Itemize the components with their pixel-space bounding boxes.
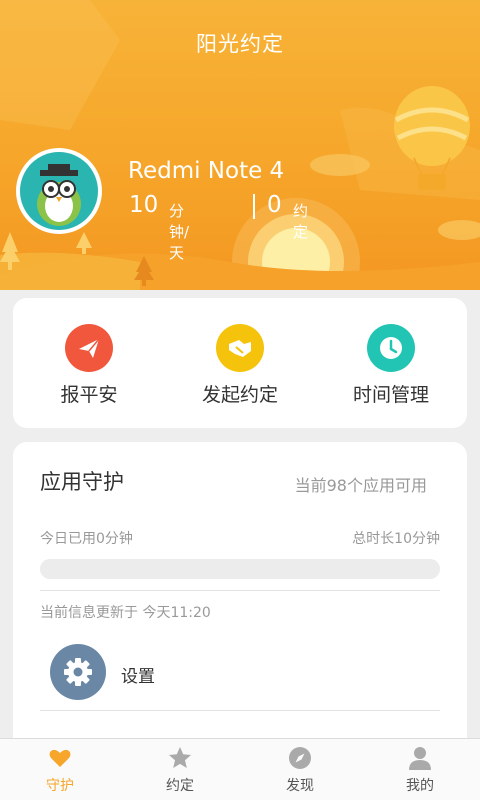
stats-divider — [253, 194, 255, 219]
tab-guard-label: 守护 — [46, 778, 74, 794]
appointments-count: 0 — [267, 192, 282, 218]
clock-icon — [367, 324, 415, 372]
app-guard-card: 应用守护 当前98个应用可用 今日已用0分钟 总时长10分钟 当前信息更新于 今… — [13, 442, 467, 762]
usage-progress-bar — [40, 559, 440, 579]
report-safety-label: 报平安 — [60, 384, 118, 406]
quick-actions-card: 报平安 发起约定 时间管理 — [13, 298, 467, 428]
tab-appointments[interactable]: 约定 — [120, 739, 240, 800]
person-icon — [409, 747, 431, 770]
divider — [40, 590, 440, 591]
star-icon — [169, 747, 191, 768]
create-appointment-button[interactable]: 发起约定 — [170, 324, 310, 407]
avatar[interactable] — [16, 148, 102, 234]
minutes-per-day-value: 10 — [129, 192, 159, 218]
report-safety-button[interactable]: 报平安 — [19, 324, 159, 407]
settings-label[interactable]: 设置 — [121, 662, 155, 687]
tab-guard[interactable]: 守护 — [0, 739, 120, 800]
create-appointment-label: 发起约定 — [201, 384, 278, 406]
owl-icon — [20, 152, 98, 230]
time-management-label: 时间管理 — [352, 384, 429, 406]
compass-icon — [289, 747, 311, 769]
paper-plane-icon — [65, 324, 113, 372]
heart-icon — [49, 749, 71, 767]
last-updated-text: 当前信息更新于 今天11:20 — [40, 605, 211, 621]
time-management-button[interactable]: 时间管理 — [321, 324, 461, 407]
tab-discover[interactable]: 发现 — [240, 739, 360, 800]
gear-icon[interactable] — [50, 644, 106, 700]
tab-profile-label: 我的 — [406, 778, 434, 794]
appointments-unit: 约定 — [293, 202, 309, 241]
handshake-icon — [216, 324, 264, 372]
app-guard-title: 应用守护 — [40, 470, 124, 494]
available-apps-count[interactable]: 当前98个应用可用 — [295, 472, 427, 496]
tab-profile[interactable]: 我的 — [360, 739, 480, 800]
bottom-nav: 守护 约定 发现 我的 — [0, 738, 480, 800]
header-banner: 阳光约定 Redmi Note 4 10 分钟/天 0 约定 — [0, 0, 480, 290]
page-title: 阳光约定 — [196, 32, 284, 56]
total-duration-text: 总时长10分钟 — [352, 531, 440, 547]
tab-discover-label: 发现 — [286, 778, 314, 794]
divider — [40, 710, 440, 711]
tab-appointments-label: 约定 — [166, 778, 194, 794]
device-name: Redmi Note 4 — [128, 158, 285, 184]
used-today-text: 今日已用0分钟 — [40, 531, 133, 547]
minutes-per-day-unit: 分钟/天 — [169, 202, 190, 262]
